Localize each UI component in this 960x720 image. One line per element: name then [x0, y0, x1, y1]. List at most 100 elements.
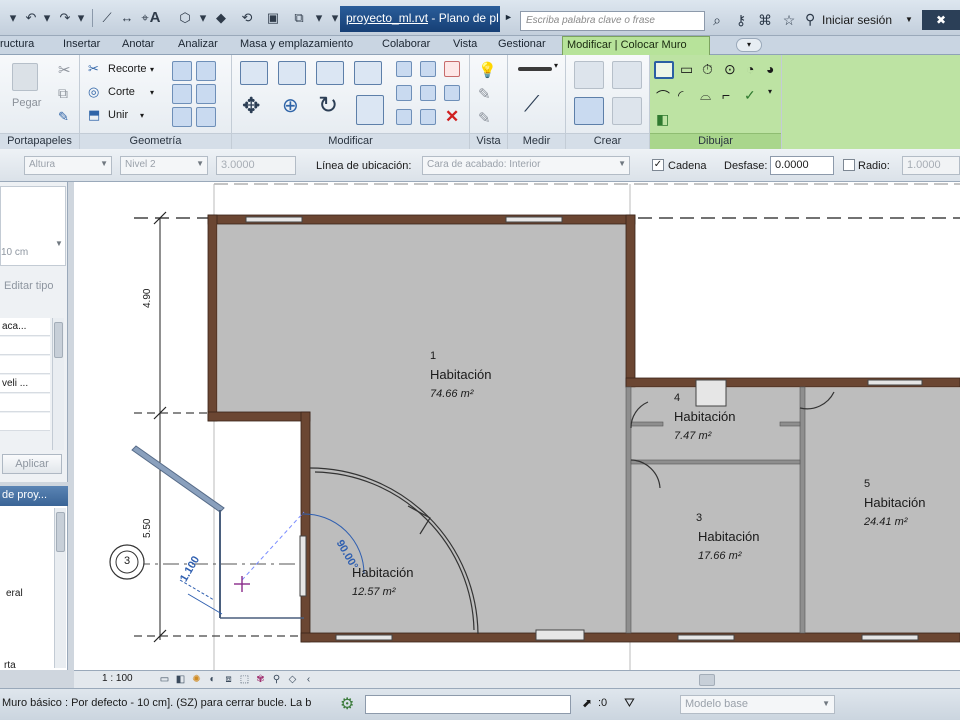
draw-inscribed-polygon-icon[interactable]: ⏱: [702, 61, 713, 78]
tab-modificar-colocar-muro[interactable]: Modificar | Colocar Muro: [562, 36, 710, 55]
height-input[interactable]: 3.0000: [216, 156, 296, 175]
property-row[interactable]: [0, 413, 50, 431]
undo-dropdown-icon[interactable]: ▾: [38, 10, 56, 26]
cut-icon[interactable]: ✂: [58, 61, 71, 79]
tab-masa-emplazamiento[interactable]: Masa y emplazamiento: [240, 38, 353, 54]
edit-type-button[interactable]: Editar tipo: [4, 280, 54, 292]
draw-line-icon[interactable]: [654, 61, 674, 79]
unir-dropdown-icon[interactable]: ▾: [140, 111, 144, 120]
room-name[interactable]: Habitación: [674, 410, 735, 424]
draw-dropdown-icon[interactable]: ▾: [768, 87, 772, 96]
chain-checkbox[interactable]: ✓: [652, 159, 664, 171]
tab-vista[interactable]: Vista: [453, 38, 477, 54]
array-icon[interactable]: [396, 85, 412, 101]
view-scale[interactable]: 1 : 100: [102, 673, 133, 684]
radius-checkbox[interactable]: [843, 159, 855, 171]
room-name[interactable]: Habitación: [352, 566, 413, 580]
search-input[interactable]: Escriba palabra clave o frase: [520, 11, 705, 31]
location-line-combo[interactable]: Cara de acabado: Interior ▼: [422, 156, 630, 175]
chevron-right-icon[interactable]: ►: [504, 12, 513, 22]
text-icon[interactable]: A: [146, 10, 164, 26]
draw-ellipse-icon[interactable]: ◕: [766, 61, 774, 77]
tab-gestionar[interactable]: Gestionar: [498, 38, 546, 54]
unir-button[interactable]: Unir: [108, 109, 128, 121]
shadows-icon[interactable]: ◐: [206, 673, 219, 686]
browser-scrollbar[interactable]: [54, 508, 66, 668]
properties-scrollbar[interactable]: [52, 318, 64, 450]
type-selector[interactable]: 10 cm ▼: [0, 186, 66, 266]
copy-icon[interactable]: ⧉: [58, 85, 68, 102]
section-icon[interactable]: ◆: [212, 10, 230, 26]
height-type-combo[interactable]: Altura ▼: [24, 156, 112, 175]
wall-profile-icon[interactable]: [196, 107, 216, 127]
draw-start-end-arc-icon[interactable]: ⌒: [656, 87, 670, 107]
workset-combo[interactable]: [365, 695, 571, 714]
property-row[interactable]: [0, 356, 50, 374]
recorte-button[interactable]: Recorte: [108, 63, 147, 75]
property-row[interactable]: veli ...: [0, 375, 50, 393]
binoculars-icon[interactable]: ⌕: [708, 11, 726, 29]
measure-between-icon[interactable]: [518, 67, 552, 71]
wall-joins-icon[interactable]: [172, 61, 192, 81]
exchange-apps-icon[interactable]: ✖: [922, 10, 960, 30]
cope-icon[interactable]: ✂: [88, 61, 99, 77]
corte-button[interactable]: Corte: [108, 86, 135, 98]
property-row[interactable]: [0, 394, 50, 412]
aligned-dimension-icon[interactable]: ⟋: [524, 91, 539, 117]
pick-faces-icon[interactable]: ◧: [656, 111, 669, 128]
split-icon[interactable]: [396, 61, 412, 77]
copy-element-icon[interactable]: ⊕: [282, 93, 299, 118]
unpin-icon[interactable]: [444, 85, 460, 101]
detail-level-icon[interactable]: ▭: [158, 673, 171, 686]
align-icon[interactable]: [240, 61, 268, 85]
sun-path-icon[interactable]: ✺: [190, 673, 203, 686]
analysis-icon[interactable]: ◇: [286, 673, 299, 686]
scrollbar-thumb[interactable]: [54, 322, 63, 358]
rotate-icon[interactable]: ↻: [318, 91, 338, 120]
create-similar-icon[interactable]: [612, 97, 642, 125]
create-group-icon[interactable]: [574, 97, 604, 125]
match-type-icon[interactable]: ✎: [58, 109, 69, 125]
tab-estructura[interactable]: ructura: [0, 38, 34, 54]
cut-geometry-icon[interactable]: ◎: [88, 84, 99, 100]
override-graphics-icon[interactable]: ✎: [478, 85, 491, 103]
favorites-star-icon[interactable]: ☆: [780, 11, 798, 29]
create-parts-icon[interactable]: [612, 61, 642, 89]
measure-icon[interactable]: ⟋: [98, 10, 116, 26]
detail-icon[interactable]: ⟲: [238, 10, 256, 26]
paint-icon[interactable]: [172, 84, 192, 104]
draw-center-arc-icon[interactable]: ◜: [678, 87, 683, 104]
drawing-canvas[interactable]: 1 Habitación 74.66 m² 4 Habitación 7.47 …: [74, 182, 960, 670]
mirror-draw-icon[interactable]: [354, 61, 382, 85]
move-icon[interactable]: ✥: [242, 93, 260, 119]
more-icon[interactable]: ‹: [302, 673, 315, 686]
room-name[interactable]: Habitación: [698, 530, 759, 544]
linework-icon[interactable]: ✎: [478, 109, 491, 127]
draw-circumscribed-polygon-icon[interactable]: ⊙: [724, 61, 736, 78]
horizontal-scrollbar-thumb[interactable]: [699, 674, 715, 686]
browser-item[interactable]: eral: [6, 588, 23, 599]
crop-view-icon[interactable]: ⧈: [222, 673, 235, 686]
mirror-axis-icon[interactable]: [316, 61, 344, 85]
tab-insertar[interactable]: Insertar: [63, 38, 100, 54]
user-icon[interactable]: ⚲: [805, 11, 815, 28]
visual-style-icon[interactable]: ◧: [174, 673, 187, 686]
split-gap-icon[interactable]: [420, 61, 436, 77]
reveal-hidden-icon[interactable]: ⚲: [270, 673, 283, 686]
trim-single-icon[interactable]: [396, 109, 412, 125]
level-combo[interactable]: Nivel 2 ▼: [120, 156, 208, 175]
editable-icon[interactable]: ⬈: [582, 696, 592, 710]
hide-bulb-icon[interactable]: 💡: [478, 61, 497, 79]
corte-dropdown-icon[interactable]: ▾: [150, 88, 154, 97]
tab-colaborar[interactable]: Colaborar: [382, 38, 430, 54]
dimension-icon[interactable]: ↔: [118, 10, 136, 26]
pick-lines-icon[interactable]: ✓: [744, 87, 756, 104]
split-face-icon[interactable]: [196, 61, 216, 81]
temporary-hide-icon[interactable]: ✾: [254, 673, 267, 686]
delete-icon[interactable]: ✕: [445, 107, 459, 127]
demolish-icon[interactable]: [172, 107, 192, 127]
remove-paint-icon[interactable]: [196, 84, 216, 104]
dimension-value[interactable]: 5.50: [142, 519, 153, 538]
draw-rectangle-icon[interactable]: ▭: [680, 61, 693, 78]
draw-circle-icon[interactable]: ◔: [746, 61, 754, 77]
